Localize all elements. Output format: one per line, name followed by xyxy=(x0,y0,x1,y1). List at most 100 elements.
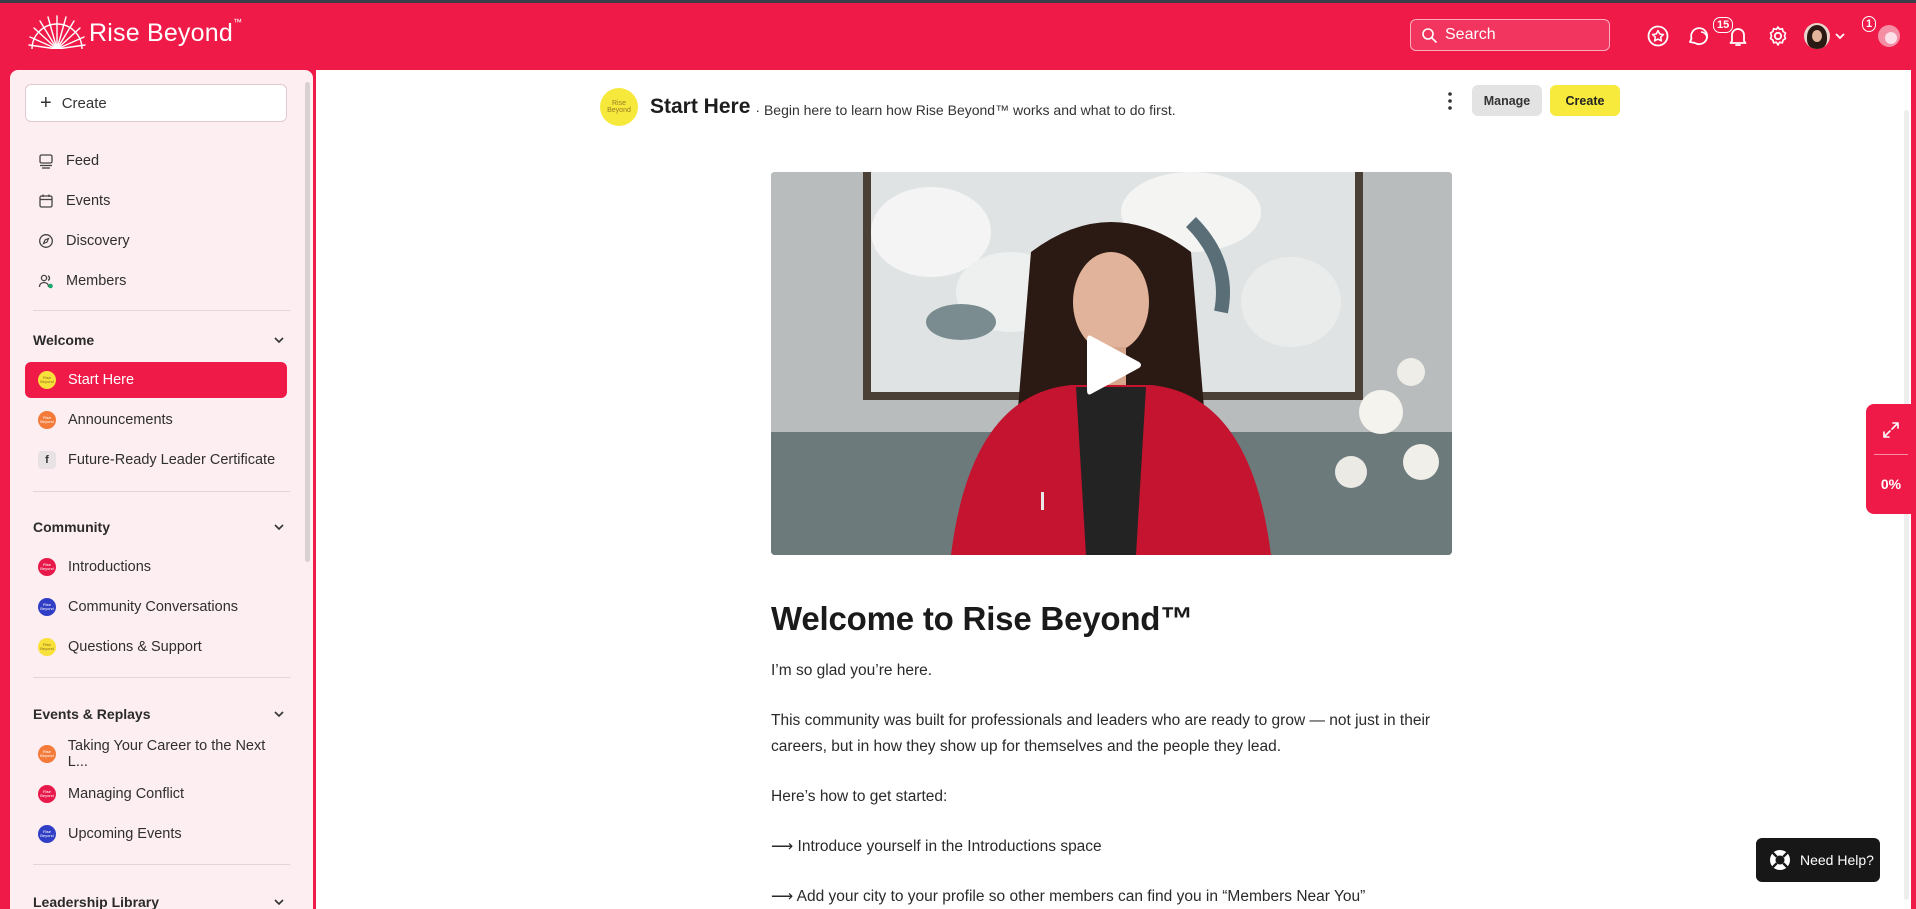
article-paragraph: This community was built for professiona… xyxy=(771,712,1431,755)
star-circle-icon[interactable] xyxy=(1645,23,1671,49)
feed-icon xyxy=(39,154,53,169)
chevron-down-icon xyxy=(274,337,284,344)
lifebuoy-icon xyxy=(1770,850,1790,870)
article-body: Welcome to Rise Beyond™ I’m so glad you’… xyxy=(771,600,1461,905)
space-logo-icon: Rise Beyond xyxy=(38,558,56,576)
space-logo-icon: Rise Beyond xyxy=(38,411,56,429)
plus-icon: + xyxy=(40,91,52,114)
calendar-icon xyxy=(39,194,53,208)
chat-bubbles-icon[interactable] xyxy=(1685,23,1711,49)
sidebar-divider xyxy=(33,864,290,865)
sidebar-item-label: Questions & Support xyxy=(68,639,202,655)
profile-badge: 1 xyxy=(1862,16,1877,32)
sidebar-item-label: Introductions xyxy=(68,559,152,575)
sidebar-item-community-conversations[interactable]: Rise Beyond Community Conversations xyxy=(25,589,287,625)
section-title: Leadership Library xyxy=(33,894,160,909)
article-paragraph: I’m so glad you’re here. xyxy=(771,662,933,679)
gear-icon[interactable] xyxy=(1765,23,1791,49)
space-logo-icon: Rise Beyond xyxy=(38,825,56,843)
f-letter-icon: f xyxy=(38,451,56,469)
section-title: Events & Replays xyxy=(33,706,151,722)
space-logo-icon: Rise Beyond xyxy=(38,785,56,803)
space-logo-icon: Rise Beyond xyxy=(38,745,56,763)
article-heading: Welcome to Rise Beyond™ xyxy=(771,600,1194,637)
nav-discovery[interactable]: Discovery xyxy=(25,223,287,259)
sidebar-divider xyxy=(33,491,290,492)
sidebar-item-label: Start Here xyxy=(68,372,135,388)
sidebar-item-taking-your-career[interactable]: Rise Beyond Taking Your Career to the Ne… xyxy=(25,736,287,772)
sidebar-item-future-ready-leader-certificate[interactable]: f Future-Ready Leader Certificate xyxy=(25,442,287,478)
extension-icon[interactable] xyxy=(1876,23,1902,49)
space-logo-icon: Rise Beyond xyxy=(38,371,56,389)
create-label: Create xyxy=(61,94,107,112)
bell-icon[interactable] xyxy=(1725,23,1751,49)
need-help-button[interactable]: Need Help? xyxy=(1756,838,1880,882)
search-icon xyxy=(1422,28,1437,43)
sidebar-item-label: Managing Conflict xyxy=(68,786,185,802)
sidebar-item-introductions[interactable]: Rise Beyond Introductions xyxy=(25,549,287,585)
more-options-button[interactable] xyxy=(1440,88,1460,114)
space-logo-icon: Rise Beyond xyxy=(38,598,56,616)
vertical-dots-icon xyxy=(1448,92,1452,110)
progress-percent: 0% xyxy=(1880,476,1902,492)
article-list-item: ⟶ Add your city to your profile so other… xyxy=(771,888,1366,905)
nav-events[interactable]: Events xyxy=(25,183,287,219)
section-title: Community xyxy=(33,519,110,535)
video-player[interactable] xyxy=(771,172,1452,555)
nav-label: Feed xyxy=(66,153,100,169)
section-events-replays[interactable]: Events & Replays xyxy=(33,702,285,726)
top-header: Rise Beyond™ 15 1 xyxy=(0,3,1916,67)
section-welcome[interactable]: Welcome xyxy=(33,328,285,352)
space-logo: Rise Beyond xyxy=(600,88,638,126)
sidebar-item-upcoming-events[interactable]: Rise Beyond Upcoming Events xyxy=(25,816,287,852)
brand-logo[interactable]: Rise Beyond™ xyxy=(28,13,242,53)
sidebar-item-label: Future-Ready Leader Certificate xyxy=(68,452,276,468)
chevron-down-icon xyxy=(274,524,284,531)
sidebar-divider xyxy=(33,310,290,311)
compass-icon xyxy=(39,234,53,248)
nav-feed[interactable]: Feed xyxy=(25,143,287,179)
article-paragraph: Here’s how to get started: xyxy=(771,788,948,805)
chevron-down-icon xyxy=(274,711,284,718)
sidebar-item-managing-conflict[interactable]: Rise Beyond Managing Conflict xyxy=(25,776,287,812)
article-list-item: ⟶ Introduce yourself in the Introduction… xyxy=(771,838,1102,855)
members-icon xyxy=(38,274,53,289)
page-title: Start Here xyxy=(650,95,751,118)
sidebar-item-label: Community Conversations xyxy=(68,599,239,615)
nav-label: Members xyxy=(66,273,127,289)
create-post-button[interactable]: Create xyxy=(1550,85,1620,116)
section-title: Welcome xyxy=(33,332,95,348)
manage-button[interactable]: Manage xyxy=(1472,85,1542,116)
nav-members[interactable]: Members xyxy=(25,263,287,299)
chevron-down-icon xyxy=(274,899,284,906)
nav-label: Discovery xyxy=(66,233,130,249)
sidebar-divider xyxy=(33,677,290,678)
section-community[interactable]: Community xyxy=(33,515,285,539)
sidebar: + Create Feed Events Discovery Members W… xyxy=(10,70,313,909)
section-leadership-library[interactable]: Leadership Library xyxy=(33,890,285,909)
search-box[interactable] xyxy=(1410,19,1610,51)
progress-widget[interactable]: 0% xyxy=(1866,404,1916,514)
search-input[interactable] xyxy=(1445,26,1605,44)
space-logo-icon: Rise Beyond xyxy=(38,638,56,656)
chevron-down-icon xyxy=(1835,33,1845,40)
brand-name: Rise Beyond™ xyxy=(89,16,243,47)
avatar xyxy=(1804,23,1830,49)
sidebar-scrollbar[interactable] xyxy=(305,82,310,562)
sidebar-item-announcements[interactable]: Rise Beyond Announcements xyxy=(25,402,287,438)
sidebar-item-label: Taking Your Career to the Next L... xyxy=(67,738,266,770)
profile-menu[interactable] xyxy=(1804,23,1846,49)
sidebar-item-questions-support[interactable]: Rise Beyond Questions & Support xyxy=(25,629,287,665)
sidebar-item-label: Upcoming Events xyxy=(68,826,182,842)
expand-icon[interactable] xyxy=(1881,420,1901,440)
need-help-label: Need Help? xyxy=(1800,852,1874,868)
space-header: Rise Beyond Start Here · Begin here to l… xyxy=(600,88,1176,126)
main-content: Rise Beyond Start Here · Begin here to l… xyxy=(316,70,1911,909)
nav-label: Events xyxy=(66,193,111,209)
progress-divider xyxy=(1874,454,1908,455)
sunburst-logo-icon xyxy=(28,15,86,53)
play-icon[interactable] xyxy=(1083,332,1143,398)
sidebar-create-button[interactable]: + Create xyxy=(25,84,287,122)
sidebar-item-start-here[interactable]: Rise Beyond Start Here xyxy=(25,362,287,398)
sidebar-item-label: Announcements xyxy=(68,412,173,428)
